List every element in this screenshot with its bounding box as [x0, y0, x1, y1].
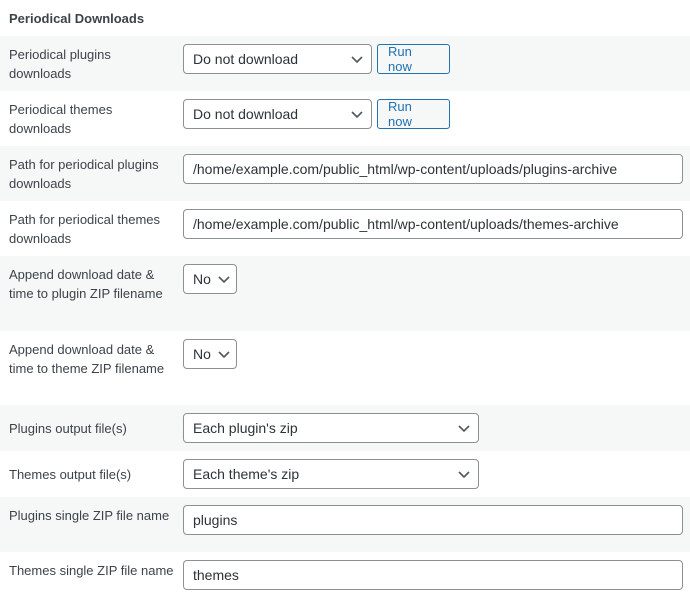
label-themes-schedule: Periodical themes downloads	[9, 102, 113, 137]
chevron-down-icon	[218, 351, 230, 359]
chevron-down-icon	[218, 276, 230, 284]
label-plugin-append-date: Append download date & time to plugin ZI…	[9, 267, 163, 302]
chevron-down-icon	[458, 471, 470, 479]
label-themes-path: Path for periodical themes downloads	[9, 212, 161, 247]
field-plugin-append-date: No	[183, 264, 237, 294]
field-plugins-schedule: Do not download Run now	[183, 44, 450, 74]
field-plugins-zip-name: plugins	[183, 505, 683, 535]
field-plugins-path: /home/example.com/public_html/wp-content…	[183, 154, 683, 184]
row-themes-zip-name: Themes single ZIP file name themes	[0, 552, 690, 607]
theme-append-date-value: No	[193, 346, 211, 362]
chevron-down-icon	[458, 425, 470, 433]
theme-append-date-select[interactable]: No	[183, 339, 237, 369]
label-plugins-schedule: Periodical plugins downloads	[9, 47, 111, 82]
themes-output-select[interactable]: Each theme's zip	[183, 459, 479, 489]
field-themes-schedule: Do not download Run now	[183, 99, 450, 129]
row-themes-output: Themes output file(s) Each theme's zip	[0, 451, 690, 497]
themes-schedule-select[interactable]: Do not download	[183, 99, 372, 129]
plugins-schedule-value: Do not download	[193, 51, 299, 67]
label-plugins-zip-name: Plugins single ZIP file name	[9, 508, 170, 523]
plugins-schedule-select[interactable]: Do not download	[183, 44, 372, 74]
themes-output-value: Each theme's zip	[193, 466, 300, 482]
label-theme-append-date: Append download date & time to theme ZIP…	[9, 342, 165, 377]
row-plugin-append-date: Append download date & time to plugin ZI…	[0, 256, 690, 331]
chevron-down-icon	[351, 56, 363, 64]
field-themes-path: /home/example.com/public_html/wp-content…	[183, 209, 683, 239]
field-themes-output: Each theme's zip	[183, 459, 479, 489]
label-themes-output: Themes output file(s)	[9, 467, 132, 482]
field-themes-zip-name: themes	[183, 560, 683, 590]
themes-zip-name-input[interactable]: themes	[183, 560, 683, 590]
row-theme-append-date: Append download date & time to theme ZIP…	[0, 331, 690, 405]
plugin-append-date-value: No	[193, 271, 211, 287]
label-themes-zip-name: Themes single ZIP file name	[9, 563, 174, 578]
chevron-down-icon	[351, 111, 363, 119]
plugins-path-input[interactable]: /home/example.com/public_html/wp-content…	[183, 154, 683, 184]
field-theme-append-date: No	[183, 339, 237, 369]
row-plugins-output: Plugins output file(s) Each plugin's zip	[0, 405, 690, 451]
row-plugins-zip-name: Plugins single ZIP file name plugins	[0, 497, 690, 552]
row-plugins-schedule: Periodical plugins downloads Do not down…	[0, 36, 690, 91]
row-themes-path: Path for periodical themes downloads /ho…	[0, 201, 690, 256]
settings-section: Periodical Downloads Periodical plugins …	[0, 0, 690, 607]
row-themes-schedule: Periodical themes downloads Do not downl…	[0, 91, 690, 146]
themes-run-now-button[interactable]: Run now	[377, 99, 450, 129]
plugins-zip-name-input[interactable]: plugins	[183, 505, 683, 535]
label-plugins-path: Path for periodical plugins downloads	[9, 157, 159, 192]
themes-schedule-value: Do not download	[193, 106, 299, 122]
plugins-output-value: Each plugin's zip	[193, 420, 298, 436]
themes-path-input[interactable]: /home/example.com/public_html/wp-content…	[183, 209, 683, 239]
section-title: Periodical Downloads	[9, 11, 145, 26]
plugin-append-date-select[interactable]: No	[183, 264, 237, 294]
label-plugins-output: Plugins output file(s)	[9, 421, 127, 436]
plugins-output-select[interactable]: Each plugin's zip	[183, 413, 479, 443]
field-plugins-output: Each plugin's zip	[183, 413, 479, 443]
row-plugins-path: Path for periodical plugins downloads /h…	[0, 146, 690, 201]
plugins-run-now-button[interactable]: Run now	[377, 44, 450, 74]
